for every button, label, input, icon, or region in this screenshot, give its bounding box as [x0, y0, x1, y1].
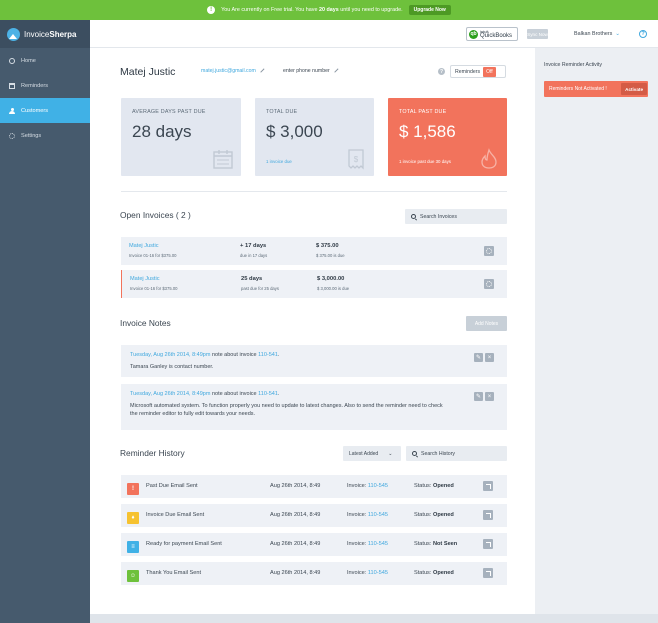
open-invoices-title: Open Invoices ( 2 ) [120, 210, 191, 220]
trial-message: You Are currently on Free trial. You hav… [221, 7, 403, 13]
add-notes-button[interactable]: Add Notes [466, 316, 507, 331]
sidebar: InvoiceSherpa Home Reminders Customers S… [0, 20, 90, 623]
stat-card-average-days: Average days past due 28 days [121, 98, 241, 176]
stat-card-total-past-due: Total past due $ 1,586 1 invoice past du… [388, 98, 507, 176]
note-date-link[interactable]: Tuesday, Aug 26th 2014, 8:49pm [130, 352, 210, 358]
customer-name: Matej Justic [120, 66, 176, 78]
sidebar-item-home[interactable]: Home [0, 48, 90, 73]
close-icon[interactable]: × [485, 353, 494, 362]
open-arrow-icon[interactable] [483, 568, 493, 578]
stat-sub-link[interactable]: 1 invoice past due 30 days [399, 159, 451, 164]
search-invoices-input[interactable]: Search Invoices [405, 209, 507, 224]
invoice-notes-title: Invoice Notes [120, 318, 171, 328]
warning-icon: ! [127, 483, 139, 495]
panel-title: Invoice Reminder Activity [544, 62, 602, 68]
receipt-icon: $ [348, 149, 364, 170]
open-arrow-icon[interactable] [483, 510, 493, 520]
mountain-logo-icon [7, 27, 20, 41]
header-bar: qb intuit QuickBooks Sync Now Balkan Brot… [90, 20, 658, 48]
note-invoice-link[interactable]: 110-541 [258, 391, 278, 397]
edit-phone-icon[interactable] [334, 68, 339, 73]
history-row: ♦ Invoice Due Email Sent Aug 26th 2014, … [121, 504, 507, 527]
smile-icon: ☺ [127, 570, 139, 582]
reminders-off-state[interactable]: Off [483, 66, 496, 77]
sort-select[interactable]: Latest Added ⌄ [343, 446, 401, 461]
gear-icon[interactable] [484, 246, 494, 256]
help-icon[interactable]: ? [438, 68, 445, 75]
customer-phone-field[interactable]: enter phone number [283, 68, 339, 74]
svg-text:$: $ [354, 155, 359, 164]
close-icon[interactable]: × [485, 392, 494, 401]
invoice-row[interactable]: Matej Justic Invoice 01-16 for $375.00 +… [121, 237, 507, 265]
calendar-icon [213, 150, 233, 169]
sync-now-button[interactable]: Sync Now [527, 29, 548, 39]
sidebar-item-settings[interactable]: Settings [0, 123, 90, 148]
reminders-icon [9, 82, 15, 89]
edit-email-icon[interactable] [260, 68, 265, 73]
reminders-not-activated-alert: Reminders Not Activated ! Activate [544, 81, 648, 97]
stat-label: Total past due [399, 109, 447, 115]
sidebar-item-customers[interactable]: Customers [0, 98, 90, 123]
stat-value: 28 days [132, 122, 192, 141]
stat-label: Total due [266, 109, 298, 115]
trial-banner: ! You Are currently on Free trial. You h… [0, 0, 658, 20]
stat-value: $ 1,586 [399, 122, 456, 141]
sidebar-item-reminders[interactable]: Reminders [0, 73, 90, 98]
reminder-activity-panel: Invoice Reminder Activity Reminders Not … [535, 48, 658, 614]
note-body: Microsoft automated system. To function … [130, 403, 443, 417]
main-content: Matej Justic matej.justic@gmail.com ente… [90, 48, 535, 614]
stat-sub-link[interactable]: 1 invoice due [266, 159, 292, 164]
stat-card-total-due: Total due $ 3,000 1 invoice due $ [255, 98, 374, 176]
bell-icon: ♦ [127, 512, 139, 524]
note-invoice-link[interactable]: 110-541 [258, 352, 278, 358]
upgrade-button[interactable]: Upgrade Now [408, 5, 451, 15]
search-icon [411, 214, 416, 219]
open-arrow-icon[interactable] [483, 481, 493, 491]
search-history-input[interactable]: Search History [406, 446, 507, 461]
quickbooks-badge[interactable]: qb intuit QuickBooks [466, 27, 518, 41]
app-logo[interactable]: InvoiceSherpa [0, 20, 90, 48]
home-icon [9, 57, 15, 64]
activate-button[interactable]: Activate [621, 83, 647, 95]
customer-email[interactable]: matej.justic@gmail.com [201, 68, 265, 74]
info-icon: ! [207, 6, 216, 14]
history-invoice-link[interactable]: 110-545 [368, 541, 388, 547]
footer-bar [90, 614, 658, 623]
note-body: Tamara Ganley is contact number. [130, 364, 214, 370]
reminders-toggle[interactable]: Reminders Off [450, 65, 506, 78]
quickbooks-logo-icon: qb [469, 29, 478, 39]
edit-icon[interactable]: ✎ [474, 353, 483, 362]
note-date-link[interactable]: Tuesday, Aug 26th 2014, 8:49pm [130, 391, 210, 397]
invoice-row[interactable]: Matej Justic Invoice 01-16 for $375.00 2… [121, 270, 507, 298]
invoice-customer-link[interactable]: Matej Justic [130, 276, 160, 282]
stat-label: Average days past due [132, 109, 206, 115]
history-row: ! Past Due Email Sent Aug 26th 2014, 8:4… [121, 475, 507, 498]
chevron-down-icon: ⌄ [615, 31, 620, 37]
chevron-down-icon: ⌄ [388, 450, 393, 457]
history-invoice-link[interactable]: 110-545 [368, 512, 388, 518]
history-invoice-link[interactable]: 110-545 [368, 483, 388, 489]
gear-icon[interactable] [484, 279, 494, 289]
note-item: Tuesday, Aug 26th 2014, 8:49pm note abou… [121, 384, 507, 430]
fire-icon [481, 148, 497, 169]
divider [121, 191, 507, 192]
history-invoice-link[interactable]: 110-545 [368, 570, 388, 576]
help-icon[interactable]: ? [639, 30, 647, 38]
history-row: ≡ Ready for payment Email Sent Aug 26th … [121, 533, 507, 556]
note-item: Tuesday, Aug 26th 2014, 8:49pm note abou… [121, 345, 507, 377]
stat-value: $ 3,000 [266, 122, 323, 141]
invoice-customer-link[interactable]: Matej Justic [129, 243, 159, 249]
settings-icon [9, 132, 15, 139]
document-icon: ≡ [127, 541, 139, 553]
history-row: ☺ Thank You Email Sent Aug 26th 2014, 8:… [121, 562, 507, 585]
open-arrow-icon[interactable] [483, 539, 493, 549]
search-icon [412, 451, 417, 456]
reminder-history-title: Reminder History [120, 448, 185, 458]
edit-icon[interactable]: ✎ [474, 392, 483, 401]
customers-icon [9, 107, 15, 114]
account-dropdown[interactable]: Balkan Brothers ⌄ [574, 31, 620, 37]
